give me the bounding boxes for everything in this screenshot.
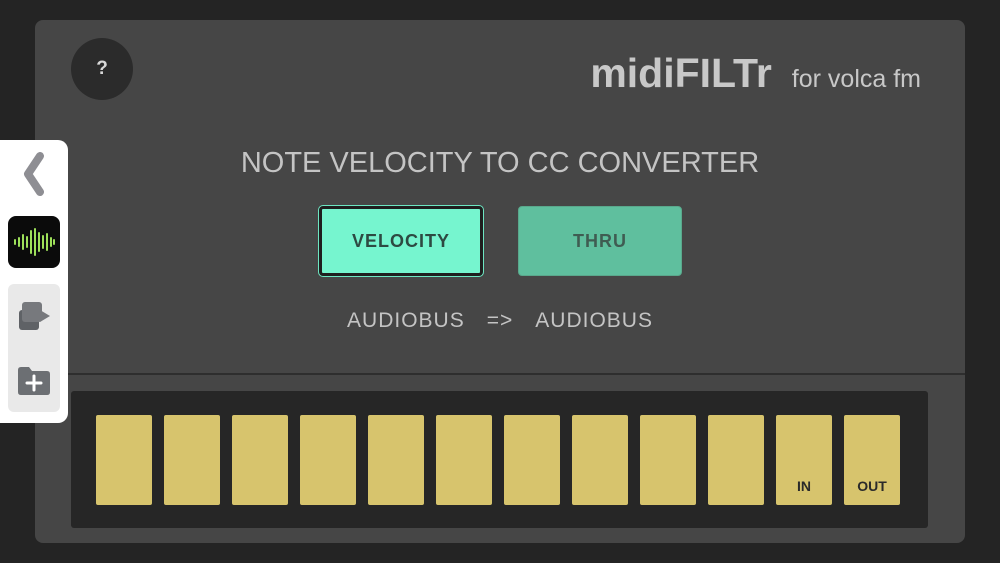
audiobus-side-panel <box>0 140 68 423</box>
brand: midiFILTr for volca fm <box>590 50 921 97</box>
chevron-left-icon[interactable] <box>20 152 48 196</box>
pad-10[interactable] <box>708 415 764 505</box>
pad-out[interactable]: OUT <box>844 415 900 505</box>
velocity-mode-button[interactable]: VELOCITY <box>319 206 483 276</box>
brand-name: midiFILTr <box>590 50 772 96</box>
pad-3[interactable] <box>232 415 288 505</box>
pad-in[interactable]: IN <box>776 415 832 505</box>
pad-4[interactable] <box>300 415 356 505</box>
route-source[interactable]: AUDIOBUS <box>347 309 465 333</box>
brand-subtitle: for volca fm <box>791 65 921 93</box>
pad-7[interactable] <box>504 415 560 505</box>
help-button[interactable]: ? <box>71 38 133 100</box>
thru-mode-button[interactable]: THRU <box>518 206 682 276</box>
pad-6[interactable] <box>436 415 492 505</box>
pad-5[interactable] <box>368 415 424 505</box>
midifiltr-device-panel: ? midiFILTr for volca fm NOTE VELOCITY T… <box>35 20 965 543</box>
pad-9[interactable] <box>640 415 696 505</box>
add-folder-icon[interactable] <box>16 362 52 398</box>
pad-1[interactable] <box>96 415 152 505</box>
route-destination[interactable]: AUDIOBUS <box>535 309 653 333</box>
page-title: NOTE VELOCITY TO CC CONVERTER <box>240 147 760 179</box>
pad-bar: IN OUT <box>71 391 928 528</box>
pad-2[interactable] <box>164 415 220 505</box>
divider <box>35 373 965 375</box>
connection-export-icon[interactable] <box>16 298 52 334</box>
audiobus-app-button[interactable] <box>8 216 60 268</box>
pad-8[interactable] <box>572 415 628 505</box>
midi-route: AUDIOBUS => AUDIOBUS <box>35 309 965 333</box>
route-arrow: => <box>486 309 514 332</box>
pad-row: IN OUT <box>96 415 900 505</box>
audiobus-tray <box>8 284 60 412</box>
audiobus-waveform-icon <box>14 228 55 256</box>
